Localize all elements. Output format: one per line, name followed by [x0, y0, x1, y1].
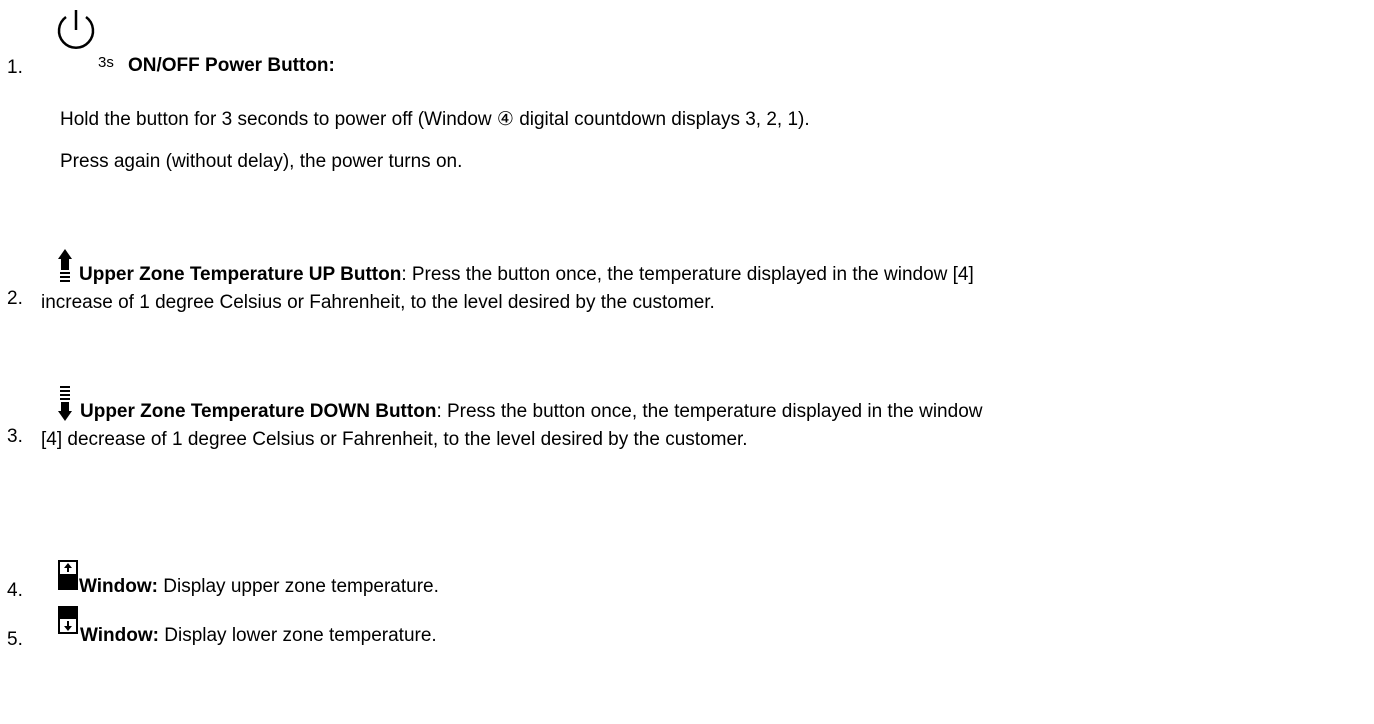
- temperature-up-icon: [58, 249, 72, 282]
- item-1-title: ON/OFF Power Button:: [128, 55, 335, 76]
- item-1-paragraph-1: Hold the button for 3 seconds to power o…: [60, 109, 810, 130]
- item-2-number: 2.: [7, 288, 23, 309]
- item-4-text: Display upper zone temperature.: [157, 576, 439, 597]
- item-5-text: Display lower zone temperature.: [158, 625, 437, 646]
- lower-zone-window-icon: [58, 606, 78, 634]
- item-4-line: Window: Display upper zone temperature.: [79, 576, 439, 598]
- item-2-line-2: increase of 1 degree Celsius or Fahrenhe…: [41, 292, 715, 313]
- item-4-number: 4.: [7, 580, 23, 601]
- item-5-line: Window: Display lower zone temperature.: [80, 625, 437, 647]
- item-1-number: 1.: [7, 57, 23, 78]
- power-icon: [57, 10, 95, 49]
- item-2-title: Upper Zone Temperature UP Button: [79, 264, 402, 285]
- item-3-text: : Press the button once, the temperature…: [436, 401, 983, 422]
- item-5-title: Window:: [80, 625, 159, 646]
- item-3-number: 3.: [7, 426, 23, 447]
- upper-zone-window-icon: [58, 560, 78, 590]
- temperature-down-icon: [58, 386, 72, 421]
- item-3-line-2: [4] decrease of 1 degree Celsius or Fahr…: [41, 429, 748, 450]
- item-5-number: 5.: [7, 629, 23, 650]
- item-4-title: Window:: [79, 576, 158, 597]
- item-3-line-1: Upper Zone Temperature DOWN Button: Pres…: [80, 401, 982, 423]
- item-3-title: Upper Zone Temperature DOWN Button: [80, 401, 437, 422]
- power-hold-duration-label: 3s: [98, 54, 114, 71]
- item-2-line-1: Upper Zone Temperature UP Button: Press …: [79, 264, 974, 286]
- item-1-paragraph-2: Press again (without delay), the power t…: [60, 151, 463, 172]
- item-2-text: : Press the button once, the temperature…: [401, 264, 974, 285]
